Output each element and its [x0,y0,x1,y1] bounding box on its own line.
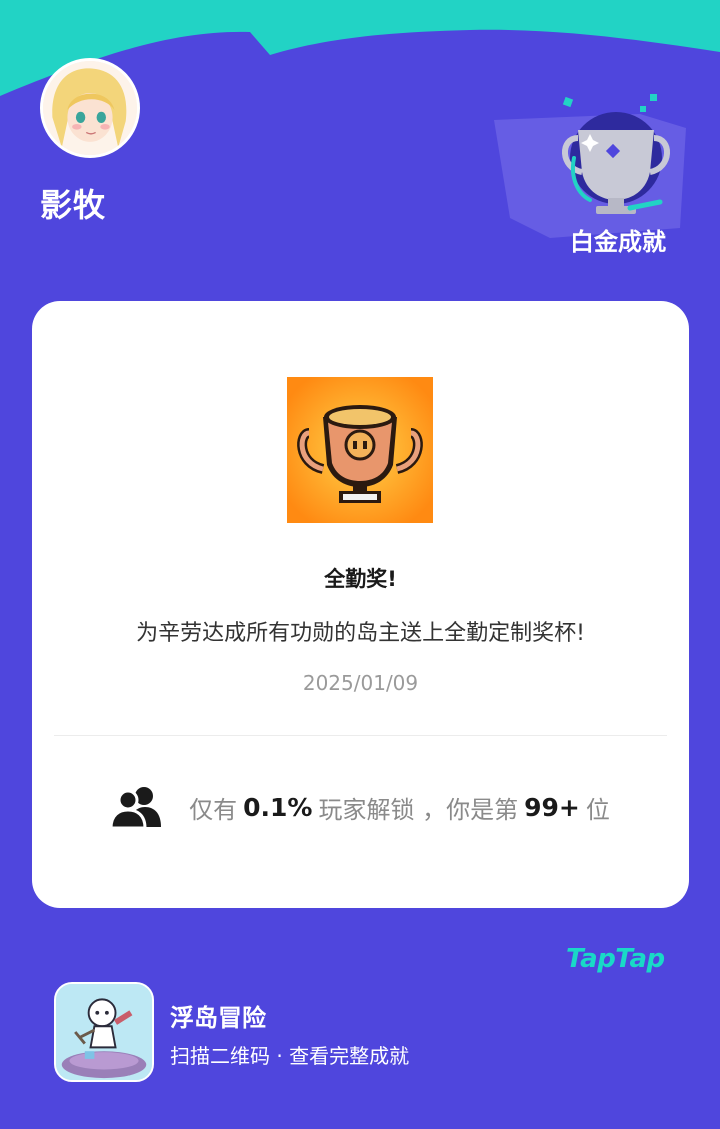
achievement-date: 2025/01/09 [302,671,419,695]
trophy-icon [494,94,686,238]
game-icon[interactable] [54,982,154,1082]
badge-label: 白金成就 [570,228,666,256]
achievement-card: 全勤奖! 为辛劳达成所有功勋的岛主送上全勤定制奖杯! 2025/01/09 仅有… [32,301,689,908]
achievement-share-page: 影牧 白金成就 全勤奖! 为辛劳达成所有功勋的岛主送上全勤定制奖杯! 2025/… [0,0,720,1129]
scan-qr-hint: 扫描二维码 · 查看完整成就 [170,1044,410,1068]
rarity-suffix: 位 [585,795,610,824]
username: 影牧 [40,186,107,224]
taptap-logo: TapTap [566,944,665,974]
rarity-prefix: 仅有 [189,795,238,824]
rarity-percent: 0.1% [243,792,313,822]
rarity-row: 仅有 0.1% 玩家解锁 ，你是第 99+ 位 [32,779,689,835]
avatar-image [43,61,137,155]
achievement-title: 全勤奖! [324,567,397,591]
divider [54,735,667,736]
rarity-rank: 99+ [524,792,580,822]
achievement-description: 为辛劳达成所有功勋的岛主送上全勤定制奖杯! [136,621,585,646]
pixel-trophy-icon [287,377,433,523]
people-icon [111,787,162,829]
game-name: 浮岛冒险 [170,1004,266,1032]
rarity-middle: 玩家解锁 ，你是第 [318,795,519,824]
game-icon-image [56,984,152,1080]
avatar[interactable] [40,58,140,158]
